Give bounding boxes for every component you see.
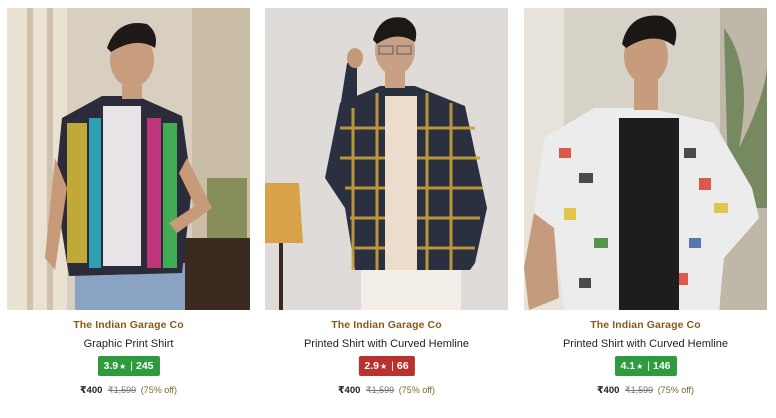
product-brand: The Indian Garage Co <box>73 319 184 331</box>
star-icon: ★ <box>119 361 127 371</box>
current-price: ₹400 <box>79 385 103 396</box>
product-name[interactable]: Printed Shirt with Curved Hemline <box>265 338 508 350</box>
original-price: ₹1,599 <box>365 385 395 395</box>
discount-label: (75% off) <box>657 385 695 395</box>
product-brand: The Indian Garage Co <box>590 319 701 331</box>
star-icon: ★ <box>636 361 644 371</box>
review-count: 66 <box>396 360 409 372</box>
current-price: ₹400 <box>596 385 620 396</box>
product-name[interactable]: Graphic Print Shirt <box>7 338 250 350</box>
price-row: ₹400 ₹1,599 (75% off) <box>524 385 767 396</box>
product-grid: The Indian Garage Co Graphic Print Shirt… <box>0 0 776 418</box>
product-name[interactable]: Printed Shirt with Curved Hemline <box>524 338 767 350</box>
star-icon: ★ <box>380 361 388 371</box>
current-price: ₹400 <box>337 385 361 396</box>
product-card[interactable]: The Indian Garage Co Printed Shirt with … <box>524 8 767 408</box>
rating-badge: 4.1 ★ | 146 <box>614 356 677 376</box>
rating-value: 2.9 <box>364 360 380 372</box>
product-photo-printed-shirt <box>524 8 767 310</box>
product-photo-checked-shirt <box>265 8 508 310</box>
original-price: ₹1,599 <box>107 385 137 395</box>
product-photo-graphic-print-shirt <box>7 8 250 310</box>
rating-badge: 3.9 ★ | 245 <box>97 356 160 376</box>
discount-label: (75% off) <box>398 385 436 395</box>
original-price: ₹1,599 <box>624 385 654 395</box>
price-row: ₹400 ₹1,599 (75% off) <box>7 385 250 396</box>
discount-label: (75% off) <box>140 385 178 395</box>
product-image[interactable] <box>524 8 767 310</box>
rating-badge: 2.9 ★ | 66 <box>358 356 415 376</box>
review-count: 245 <box>135 360 154 372</box>
product-image[interactable] <box>265 8 508 310</box>
rating-value: 3.9 <box>103 360 119 372</box>
product-image[interactable] <box>7 8 250 310</box>
price-row: ₹400 ₹1,599 (75% off) <box>265 385 508 396</box>
product-brand: The Indian Garage Co <box>331 319 442 331</box>
product-card[interactable]: The Indian Garage Co Printed Shirt with … <box>265 8 508 408</box>
review-count: 146 <box>652 360 671 372</box>
product-card[interactable]: The Indian Garage Co Graphic Print Shirt… <box>7 8 250 408</box>
rating-value: 4.1 <box>620 360 636 372</box>
